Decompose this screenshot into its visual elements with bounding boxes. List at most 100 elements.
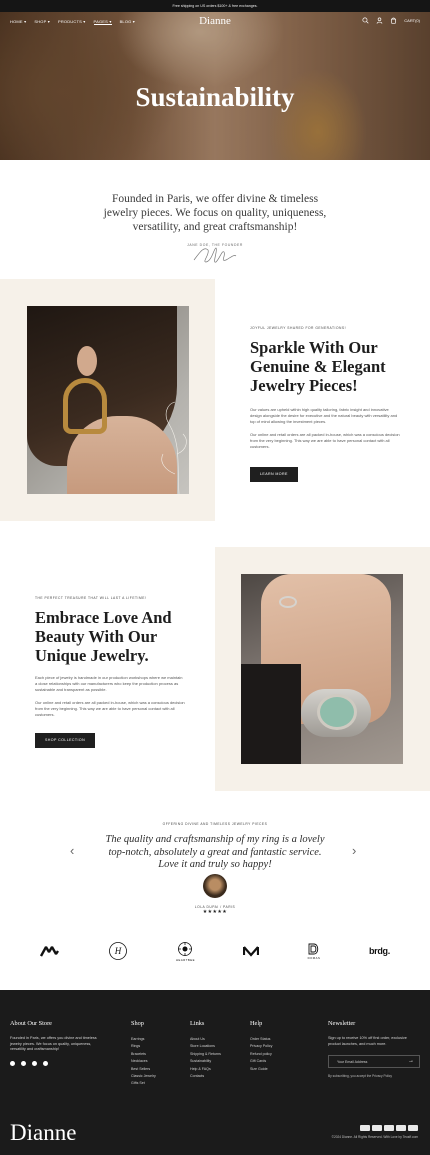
brand-logo-2: H (108, 941, 128, 961)
section-two-paragraph-1: Each piece of jewelry is handmade in our… (35, 675, 183, 693)
tiktok-icon[interactable] (32, 1060, 37, 1066)
testimonial-eyebrow: OFFERING DIVINE AND TIMELESS JEWELRY PIE… (162, 822, 268, 826)
footer-newsletter-title: Newsletter (328, 1020, 356, 1027)
section-one-eyebrow: JOYFUL JEWELRY SHARED FOR GENERATIONS! (250, 326, 347, 330)
footer-help: Help Order Status Privacy Policy Refund … (250, 1020, 272, 1073)
footer-link[interactable]: About Us (190, 1036, 221, 1043)
footer-logo[interactable]: Dianne (10, 1120, 76, 1146)
brand-logo-6: brdg. (369, 946, 390, 956)
footer-link[interactable]: Bracelets (131, 1051, 156, 1058)
footer-help-title: Help (250, 1020, 263, 1027)
bracelet-photo (241, 574, 403, 764)
footer-links-list: About Us Store Locations Shipping & Retu… (190, 1036, 221, 1080)
photo-ring (279, 596, 297, 608)
footer-shop: Shop Earrings Rings Bracelets Necklaces … (131, 1020, 156, 1088)
intro-quote: Founded in Paris, we offer divine & time… (103, 193, 327, 233)
section-one-heading: Sparkle With Our Genuine & Elegant Jewel… (250, 338, 386, 395)
amex-icon (384, 1125, 394, 1131)
section-one-paragraph-1: Our values are upheld within high qualit… (250, 407, 398, 425)
account-icon[interactable] (376, 17, 383, 24)
cart-icon[interactable] (390, 17, 397, 24)
photo-earring (63, 378, 107, 434)
section-one-paragraph-2: Our online and retail orders are all pac… (250, 431, 400, 450)
brand-h-text: H (114, 946, 122, 956)
announcement-text: Free shipping on US orders $100+ & free … (172, 4, 258, 8)
visa-icon (360, 1125, 370, 1131)
facebook-icon[interactable] (10, 1060, 15, 1066)
footer-link[interactable]: Order Status (250, 1036, 272, 1043)
footer-about-text: Founded in Paris, we offers you divine a… (10, 1036, 97, 1052)
brand-d-icon (308, 943, 319, 954)
newsletter-email-input[interactable]: Your Email Address → (328, 1055, 420, 1069)
footer-links-title: Links (190, 1020, 205, 1027)
brand-heartbee-label: HEARTBEE (175, 957, 195, 962)
footer-link[interactable]: Shipping & Returns (190, 1051, 221, 1058)
discover-icon (408, 1125, 418, 1131)
announcement-bar: Free shipping on US orders $100+ & free … (0, 0, 430, 12)
brand-logo-5: DOMAS (307, 943, 321, 960)
shop-collection-button[interactable]: SHOP COLLECTION (35, 733, 96, 749)
brand-sun-icon (178, 941, 193, 956)
brand-logo-1 (40, 945, 60, 957)
page-title: Sustainability (135, 82, 295, 112)
photo-stone (317, 694, 357, 730)
payment-icons (360, 1125, 418, 1131)
footer-newsletter: Newsletter Sign up to receive 10% off fi… (328, 1020, 420, 1078)
floral-line-art (161, 401, 187, 494)
submit-arrow-icon[interactable]: → (408, 1058, 414, 1064)
social-links (10, 1060, 100, 1066)
footer-about: About Our Store Founded in Paris, we off… (10, 1020, 100, 1066)
brand-domas-label: DOMAS (307, 955, 321, 960)
learn-more-button[interactable]: LEARN MORE (250, 467, 298, 483)
footer-link[interactable]: Store Locations (190, 1043, 221, 1050)
brand-circle-icon: H (109, 942, 127, 960)
prev-arrow-icon[interactable]: ‹ (70, 843, 74, 858)
site-footer: About Our Store Founded in Paris, we off… (0, 990, 430, 1155)
footer-link[interactable]: Size Guide (250, 1066, 272, 1073)
brand-logos: H HEARTBEE DOMAS brdg. (40, 938, 390, 964)
copyright-text: ©2024 Dianne. All Rights Reserved. With … (331, 1135, 418, 1139)
footer-shop-title: Shop (131, 1020, 144, 1027)
footer-newsletter-text: Sign up to receive 10% off first order, … (328, 1036, 407, 1046)
footer-link[interactable]: Rings (131, 1043, 156, 1050)
twitter-icon[interactable] (43, 1060, 48, 1066)
brand-m-icon (242, 946, 259, 957)
footer-link[interactable]: Help & FAQs (190, 1066, 221, 1073)
footer-shop-list: Earrings Rings Bracelets Necklaces Best … (131, 1036, 156, 1088)
footer-link[interactable]: Privacy Policy (250, 1043, 272, 1050)
footer-link[interactable]: Gifts Set (131, 1080, 156, 1087)
testimonial-section: OFFERING DIVINE AND TIMELESS JEWELRY PIE… (0, 822, 430, 872)
earring-photo (27, 306, 189, 494)
footer-link[interactable]: Refund policy (250, 1051, 272, 1058)
footer-link[interactable]: Contacts (190, 1073, 221, 1080)
paypal-icon (396, 1125, 406, 1131)
footer-link[interactable]: Necklaces (131, 1058, 156, 1065)
section-two-paragraph-2: Our online and retail orders are all pac… (35, 699, 185, 718)
brand-mountain-icon (40, 946, 59, 957)
photo-ear (77, 346, 97, 376)
footer-link[interactable]: Best Sellers (131, 1066, 156, 1073)
next-arrow-icon[interactable]: › (352, 843, 356, 858)
intro-section: Founded in Paris, we offer divine & time… (0, 192, 430, 247)
nav-icons: CART(0) (362, 17, 420, 24)
cart-count[interactable]: CART(0) (404, 18, 420, 23)
photo-top (241, 664, 301, 764)
footer-link[interactable]: Gift Cards (250, 1058, 272, 1065)
reviewer-avatar (203, 874, 227, 898)
search-icon[interactable] (362, 17, 369, 24)
mastercard-icon (372, 1125, 382, 1131)
footer-link[interactable]: Classic Jewelry (131, 1073, 156, 1080)
footer-link[interactable]: Sustainability (190, 1058, 221, 1065)
instagram-icon[interactable] (21, 1060, 26, 1066)
section-two-heading: Embrace Love And Beauty With Our Unique … (35, 608, 172, 665)
rating-stars: ★★★★★ (202, 909, 228, 915)
brand-logo-3: HEARTBEE (176, 941, 195, 962)
section-one-content: JOYFUL JEWELRY SHARED FOR GENERATIONS! S… (250, 326, 400, 483)
footer-link[interactable]: Earrings (131, 1036, 156, 1043)
testimonial-quote: The quality and craftsmanship of my ring… (105, 834, 325, 870)
section-two-content: THE PERFECT TREASURE THAT WILL LAST A LI… (35, 596, 185, 749)
main-navigation: HOME ▾ SHOP ▾ PRODUCTS ▾ PAGES ▾ BLOG ▾ … (0, 12, 430, 32)
hero-banner: HOME ▾ SHOP ▾ PRODUCTS ▾ PAGES ▾ BLOG ▾ … (0, 12, 430, 160)
newsletter-consent: By subscribing, you accept the Privacy P… (328, 1074, 392, 1079)
brand-logo-4 (242, 945, 259, 957)
